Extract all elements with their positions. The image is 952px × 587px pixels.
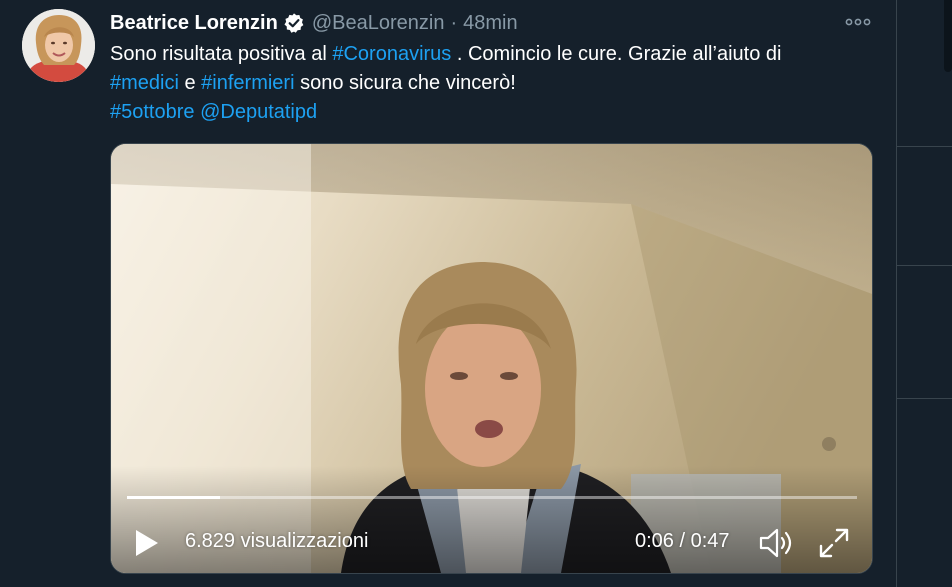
tweet-text-segment: . Comincio le cure. Grazie all’aiuto di — [451, 43, 782, 65]
author-handle[interactable]: @BeaLorenzin — [312, 12, 445, 35]
volume-button[interactable] — [757, 526, 797, 560]
sidebar-separator — [897, 265, 952, 266]
ellipsis-icon[interactable] — [840, 10, 876, 34]
time-separator: / — [673, 530, 691, 552]
right-sidebar-edge — [897, 0, 952, 587]
progress-bar[interactable] — [127, 496, 857, 499]
fullscreen-button[interactable] — [817, 526, 851, 560]
tweet-timestamp[interactable]: 48min — [463, 12, 517, 35]
view-count: 6.829 visualizzazioni — [185, 530, 369, 552]
tweet-header: Beatrice Lorenzin @BeaLorenzin · 48min — [110, 10, 518, 36]
hashtag-link[interactable]: #infermieri — [201, 72, 294, 94]
play-icon — [136, 530, 158, 556]
volume-icon — [759, 528, 792, 558]
scrollbar-thumb[interactable] — [944, 0, 952, 72]
verified-badge-icon — [283, 12, 305, 34]
video-timecode: 0:06 / 0:47 — [635, 530, 730, 553]
video-player[interactable]: 6.829 visualizzazioni 0:06 / 0:47 — [110, 143, 873, 574]
hashtag-link[interactable]: #Coronavirus — [332, 43, 451, 65]
author-display-name[interactable]: Beatrice Lorenzin — [110, 12, 278, 35]
avatar[interactable] — [22, 9, 95, 82]
hashtag-link[interactable]: #medici — [110, 72, 179, 94]
tweet-page: Beatrice Lorenzin @BeaLorenzin · 48min S… — [0, 0, 952, 587]
mention-link[interactable]: @Deputatipd — [200, 101, 317, 123]
progress-bar-fill — [127, 496, 221, 499]
tweet-text-segment: Sono risultata positiva al — [110, 43, 333, 65]
play-button[interactable] — [131, 528, 161, 558]
tweet-text: Sono risultata positiva al #Coronavirus … — [110, 40, 890, 127]
tweet-text-line: #5ottobre @Deputatipd — [110, 98, 890, 127]
header-separator: · — [450, 11, 458, 34]
tweet-text-segment: sono sicura che vincerò! — [294, 72, 516, 94]
profile-photo-icon — [22, 9, 95, 82]
video-controls: 6.829 visualizzazioni 0:06 / 0:47 — [111, 514, 872, 573]
fullscreen-icon — [819, 528, 849, 558]
sidebar-separator — [897, 146, 952, 147]
video-duration: 0:47 — [690, 530, 730, 552]
current-time: 0:06 — [635, 530, 674, 552]
tweet-text-line: #medici e #infermieri sono sicura che vi… — [110, 69, 890, 98]
sidebar-separator — [897, 398, 952, 399]
tweet-text-line: Sono risultata positiva al #Coronavirus … — [110, 40, 890, 69]
tweet-text-segment: e — [178, 72, 202, 94]
hashtag-link[interactable]: #5ottobre — [110, 101, 195, 123]
video-frame-image — [111, 144, 872, 573]
